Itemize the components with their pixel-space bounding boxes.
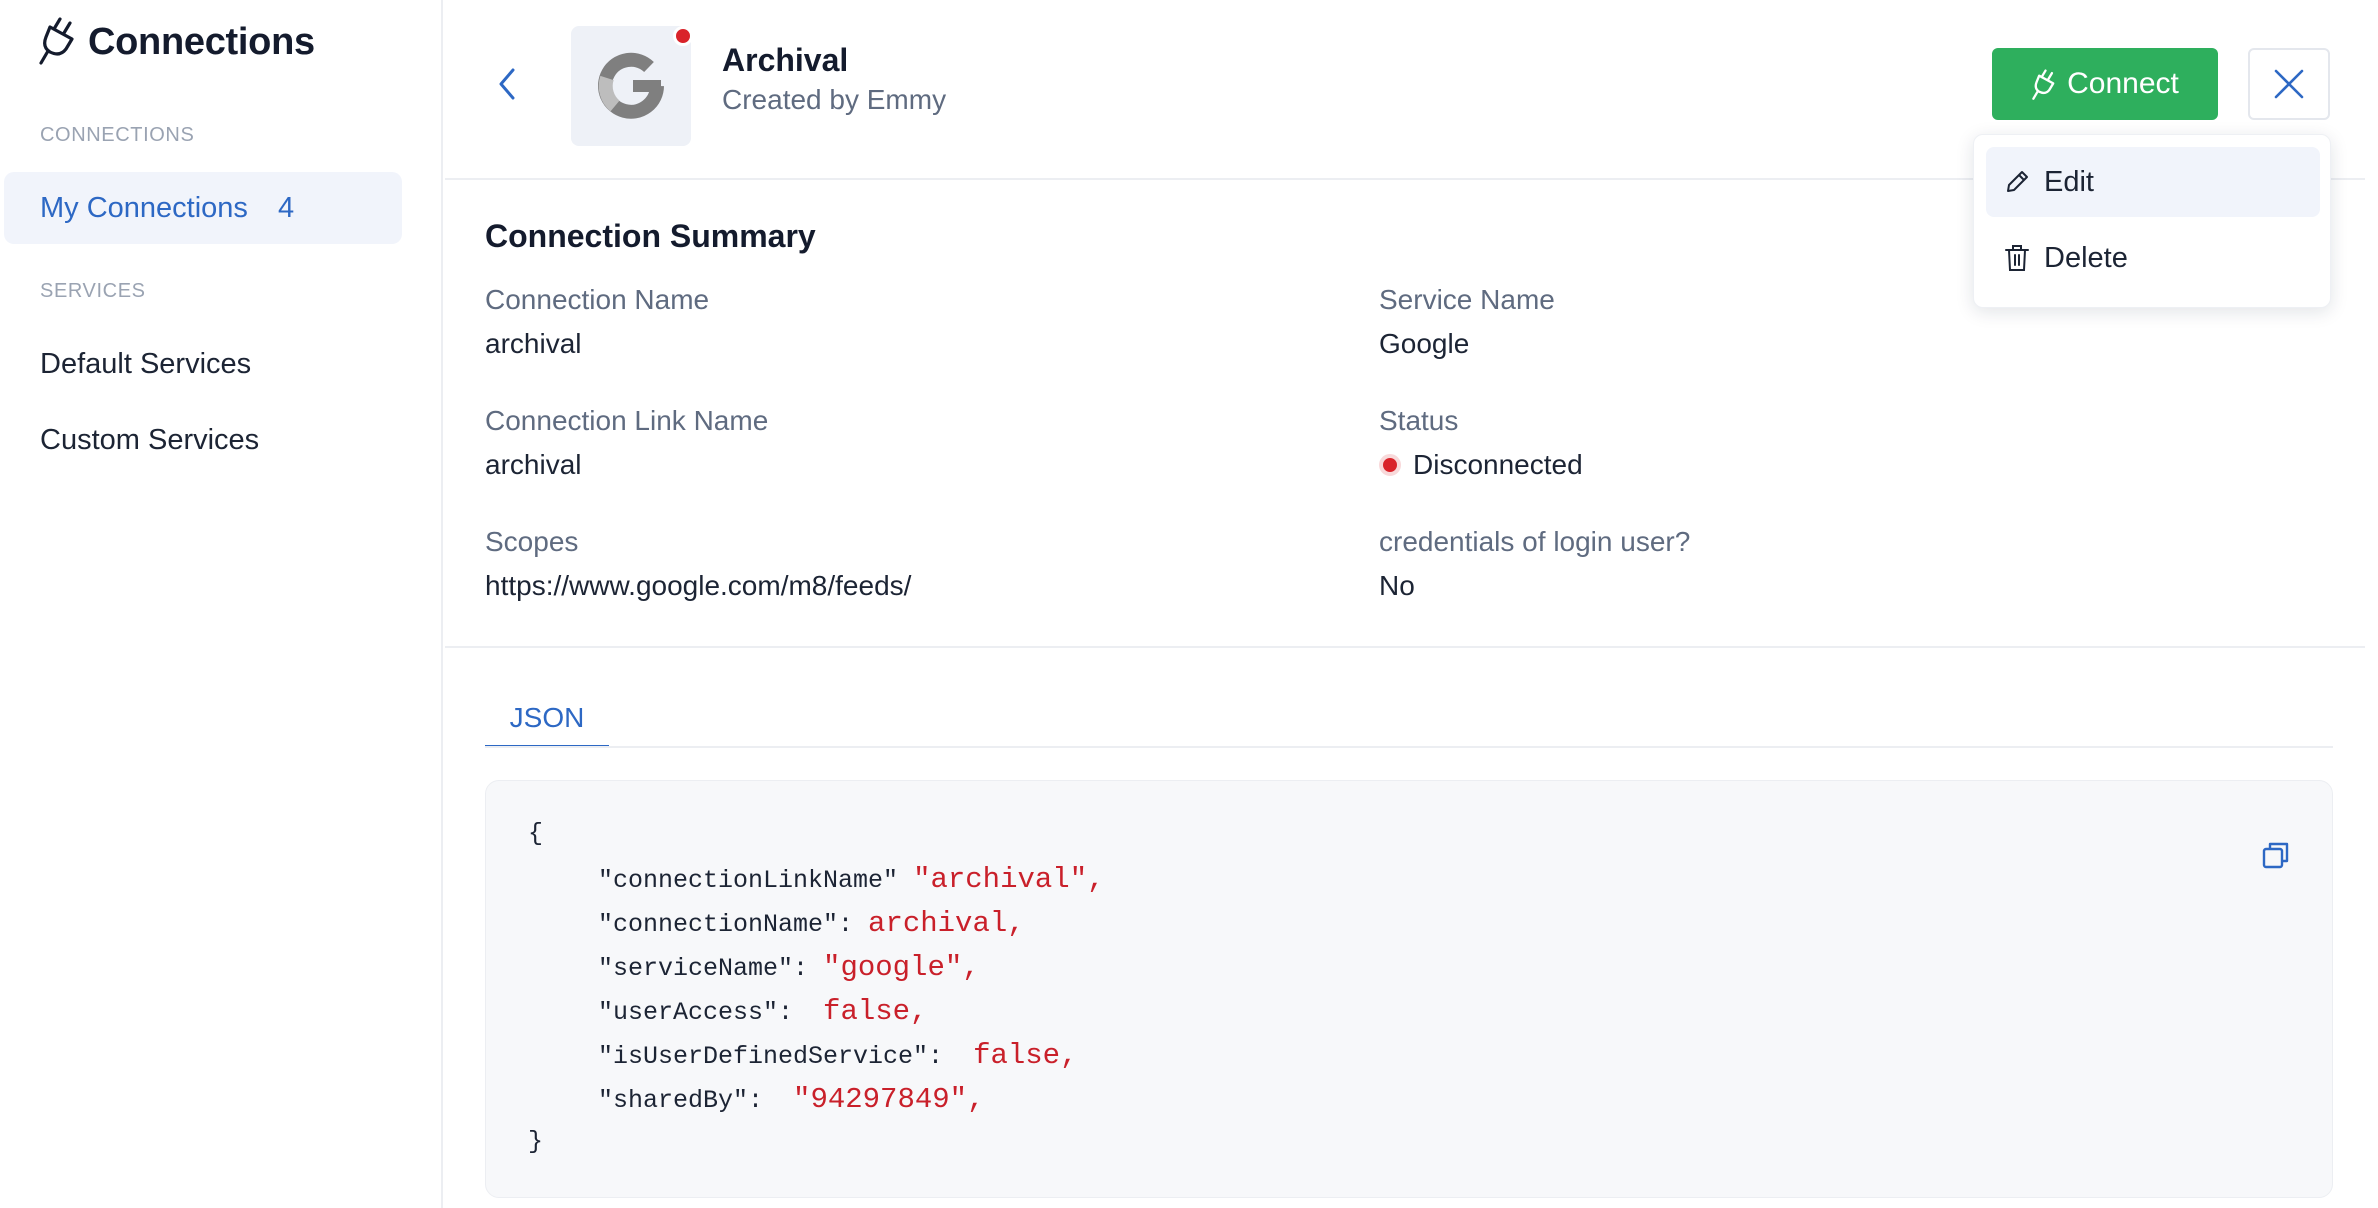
menu-item-delete[interactable]: Delete <box>1986 223 2320 293</box>
json-key: "serviceName": <box>598 954 824 983</box>
sidebar-item-my-connections[interactable]: My Connections 4 <box>4 172 402 244</box>
field-label-connection-link-name: Connection Link Name <box>485 405 769 436</box>
close-button[interactable] <box>2248 48 2330 120</box>
tab-json[interactable]: JSON <box>485 690 609 748</box>
sidebar-item-label: Default Services <box>40 347 252 380</box>
json-line: "userAccess": false, <box>598 995 927 1028</box>
json-close-brace: } <box>528 1127 544 1156</box>
connection-count: 4 <box>277 191 295 224</box>
connect-button[interactable]: Connect <box>1992 48 2218 120</box>
status-value: Disconnected <box>1379 449 1583 481</box>
field-value-connection-link-name: archival <box>485 449 582 480</box>
back-button[interactable] <box>489 64 525 104</box>
json-open-brace: { <box>528 819 544 848</box>
json-line: "serviceName": "google", <box>598 951 980 984</box>
json-value: archival, <box>868 907 1025 940</box>
service-logo <box>571 26 691 146</box>
plug-icon <box>38 15 74 70</box>
json-line: "connectionName": archival, <box>598 907 1025 940</box>
field-label-service-name: Service Name <box>1379 284 1555 315</box>
field-value-connection-name: archival <box>485 328 582 359</box>
json-value: "archival", <box>913 863 1105 896</box>
sidebar-item-label: My Connections <box>40 191 248 224</box>
sidebar-title: Connections <box>88 20 315 63</box>
google-logo-icon <box>598 52 664 119</box>
tab-underline <box>485 746 2333 748</box>
pencil-icon <box>2007 171 2028 192</box>
section-label-services: SERVICES <box>40 280 146 302</box>
close-icon <box>2274 69 2304 99</box>
json-key: "connectionLinkName" <box>598 866 914 895</box>
field-label-connection-name: Connection Name <box>485 284 710 315</box>
status-dot <box>1379 453 1401 476</box>
field-value-scopes: https://www.google.com/m8/feeds/ <box>485 570 912 601</box>
connection-title: Archival <box>722 42 849 78</box>
sidebar-item-default-services[interactable]: Default Services <box>4 328 402 400</box>
menu-item-label: Delete <box>2044 241 2128 274</box>
menu-item-edit[interactable]: Edit <box>1986 147 2320 217</box>
field-label-login-credentials: credentials of login user? <box>1379 526 1691 557</box>
sidebar-item-label: Custom Services <box>40 423 260 456</box>
json-value: false, <box>973 1039 1078 1072</box>
json-value: false, <box>823 995 928 1028</box>
actions-menu: Edit Delete <box>1973 134 2331 308</box>
json-code-block: { "connectionLinkName" "archival", "conn… <box>485 780 2333 1198</box>
json-key: "connectionName": <box>598 910 869 939</box>
json-key: "isUserDefinedService": <box>598 1042 974 1071</box>
field-label-scopes: Scopes <box>485 526 579 557</box>
sidebar-item-custom-services[interactable]: Custom Services <box>4 404 402 476</box>
json-line: "sharedBy": "94297849", <box>598 1083 984 1116</box>
field-value-login-credentials: No <box>1379 570 1415 601</box>
section-label-connections: CONNECTIONS <box>40 124 195 146</box>
sidebar: Connections CONNECTIONS My Connections 4… <box>0 0 443 1208</box>
json-value: "google", <box>823 951 980 984</box>
json-line: "isUserDefinedService": false, <box>598 1039 1077 1072</box>
json-key: "userAccess": <box>598 998 824 1027</box>
brand: Connections <box>38 14 315 70</box>
status-indicator-dot <box>673 26 693 46</box>
created-by: Created by Emmy <box>722 84 947 115</box>
connect-label: Connect <box>2067 67 2179 100</box>
menu-item-label: Edit <box>2044 165 2094 198</box>
summary-title: Connection Summary <box>485 218 816 254</box>
field-label-status: Status <box>1379 405 1459 436</box>
copy-button[interactable] <box>2258 837 2294 873</box>
trash-icon <box>2005 245 2029 271</box>
field-value-service-name: Google <box>1379 328 1470 359</box>
json-line: "connectionLinkName" "archival", <box>598 863 1105 896</box>
json-key: "sharedBy": <box>598 1086 794 1115</box>
chevron-left-icon <box>499 68 515 100</box>
status-text: Disconnected <box>1413 449 1583 480</box>
connection-detail-panel: Archival Created by Emmy Connect Edit De… <box>445 0 2378 1208</box>
copy-icon <box>2262 842 2289 869</box>
plug-icon <box>2032 69 2055 100</box>
section-divider <box>445 646 2365 648</box>
json-value: "94297849", <box>793 1083 985 1116</box>
